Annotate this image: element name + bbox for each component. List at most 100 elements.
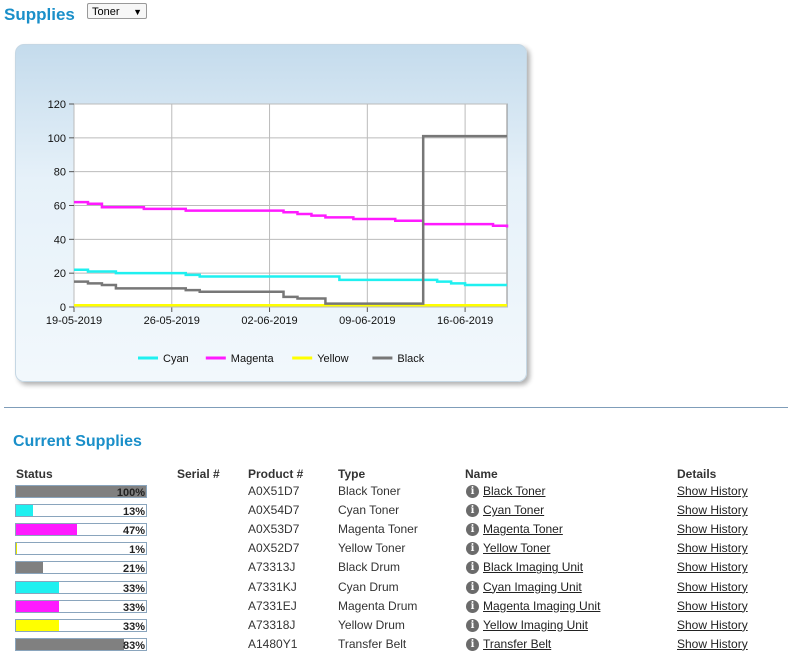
level-bar: 1% xyxy=(15,542,147,557)
product-number-cell: A1480Y1 xyxy=(248,636,298,651)
product-number-cell: A73313J xyxy=(248,560,296,575)
table-row: 83% A1480Y1 Transfer Belt i Transfer Belt Sho… xyxy=(0,635,800,654)
level-bar: 33% xyxy=(15,618,147,633)
type-cell: Magenta Toner xyxy=(338,522,418,537)
select-value: Toner xyxy=(92,6,120,18)
table-row: 33% A7331EJ Magenta Drum i Magenta Imaging U… xyxy=(0,597,800,616)
y-tick-label: 0 xyxy=(60,302,66,314)
chevron-down-icon: ▼ xyxy=(133,7,142,17)
supply-name-link[interactable]: Magenta Toner xyxy=(483,522,563,536)
supply-history-chart: 19-05-2019 26-05-2019 02-06-2019 09-06-2019… xyxy=(46,99,509,365)
table-row: 33% A7331KJ Cyan Drum i Cyan Imaging Unit Sho… xyxy=(0,578,800,597)
x-tick-label: 26-05-2019 xyxy=(144,315,200,327)
info-icon[interactable]: i xyxy=(466,637,479,651)
info-icon[interactable]: i xyxy=(466,504,479,518)
product-number-cell: A73318J xyxy=(248,617,296,632)
product-number-cell: A7331KJ xyxy=(248,579,297,594)
show-history-link[interactable]: Show History xyxy=(677,541,748,555)
show-history-link[interactable]: Show History xyxy=(677,484,748,498)
table-row: 1% A0X52D7 Yellow Toner i Yellow Toner Show H… xyxy=(0,539,800,558)
col-header-name: Name xyxy=(465,467,498,481)
info-icon[interactable]: i xyxy=(466,618,479,632)
product-number-cell: A0X54D7 xyxy=(248,503,300,518)
type-cell: Cyan Drum xyxy=(338,579,399,594)
level-percent: 33% xyxy=(122,620,145,633)
y-tick-label: 120 xyxy=(48,99,66,111)
product-number-cell: A0X52D7 xyxy=(248,541,300,556)
supply-name-link[interactable]: Cyan Toner xyxy=(483,503,544,517)
info-icon[interactable]: i xyxy=(466,580,479,594)
supply-name-link[interactable]: Cyan Imaging Unit xyxy=(483,580,582,594)
show-history-link[interactable]: Show History xyxy=(677,503,748,517)
supply-name-link[interactable]: Magenta Imaging Unit xyxy=(483,599,600,613)
show-history-link[interactable]: Show History xyxy=(677,560,748,574)
x-tick-label: 09-06-2019 xyxy=(339,315,395,327)
table-row: 47% A0X53D7 Magenta Toner i Magenta Toner Sho… xyxy=(0,520,800,539)
current-supplies-title: Current Supplies xyxy=(13,433,142,450)
legend-label-black: Black xyxy=(397,353,424,365)
level-bar-fill xyxy=(16,581,59,593)
level-percent: 100% xyxy=(116,487,145,499)
col-header-product: Product # xyxy=(248,467,304,481)
level-bar-fill xyxy=(16,638,124,650)
table-row: 100% A0X51D7 Black Toner i Black Toner Show H… xyxy=(0,482,800,501)
y-tick-label: 100 xyxy=(48,133,66,145)
show-history-link[interactable]: Show History xyxy=(677,637,748,651)
info-icon[interactable]: i xyxy=(466,523,479,537)
level-bar: 47% xyxy=(15,523,147,538)
info-icon[interactable]: i xyxy=(466,561,479,575)
type-cell: Transfer Belt xyxy=(338,636,407,651)
level-percent: 33% xyxy=(122,582,145,595)
level-bar: 33% xyxy=(15,580,147,595)
level-bar: 83% xyxy=(15,637,147,652)
show-history-link[interactable]: Show History xyxy=(677,522,748,536)
y-tick-label: 80 xyxy=(54,167,66,179)
x-tick-label: 02-06-2019 xyxy=(241,315,297,327)
level-percent: 13% xyxy=(122,506,145,519)
product-number-cell: A0X53D7 xyxy=(248,522,300,537)
y-tick-label: 60 xyxy=(54,201,66,213)
level-percent: 47% xyxy=(122,525,145,538)
level-bar-fill xyxy=(16,505,33,517)
level-bar-fill xyxy=(16,524,78,536)
table-row: 33% A73318J Yellow Drum i Yellow Imaging Uni… xyxy=(0,616,800,635)
level-bar: 33% xyxy=(15,599,147,614)
type-cell: Yellow Toner xyxy=(338,541,406,556)
col-header-type: Type xyxy=(338,467,366,481)
y-tick-label: 20 xyxy=(54,268,66,280)
level-bar: 21% xyxy=(15,561,147,575)
section-divider xyxy=(4,407,788,408)
type-cell: Black Toner xyxy=(338,484,401,498)
level-percent: 1% xyxy=(129,544,145,557)
page-title: Supplies xyxy=(4,5,75,24)
product-number-cell: A0X51D7 xyxy=(248,484,300,498)
level-bar-fill xyxy=(16,619,59,631)
info-icon[interactable]: i xyxy=(466,485,479,498)
type-cell: Magenta Drum xyxy=(338,598,418,613)
type-cell: Yellow Drum xyxy=(338,617,405,632)
info-icon[interactable]: i xyxy=(466,599,479,613)
supply-type-select[interactable]: Toner ▼ xyxy=(87,3,147,19)
level-percent: 83% xyxy=(122,639,145,652)
col-header-details: Details xyxy=(677,467,717,481)
supply-name-link[interactable]: Black Imaging Unit xyxy=(483,560,583,574)
x-tick-label: 16-06-2019 xyxy=(437,315,493,327)
show-history-link[interactable]: Show History xyxy=(677,618,748,632)
col-header-status: Status xyxy=(16,467,53,481)
info-icon[interactable]: i xyxy=(466,542,479,556)
level-bar-fill xyxy=(16,600,59,612)
legend-label-magenta: Magenta xyxy=(231,353,275,365)
col-header-serial: Serial # xyxy=(177,467,220,481)
level-percent: 33% xyxy=(122,601,145,614)
supply-name-link[interactable]: Transfer Belt xyxy=(483,637,551,651)
type-cell: Black Drum xyxy=(338,560,401,575)
supply-name-link[interactable]: Yellow Imaging Unit xyxy=(483,618,588,632)
level-bar-fill xyxy=(16,543,18,555)
show-history-link[interactable]: Show History xyxy=(677,599,748,613)
table-row: 13% A0X54D7 Cyan Toner i Cyan Toner Show Hist… xyxy=(0,501,800,520)
level-bar: 100% xyxy=(15,485,147,499)
show-history-link[interactable]: Show History xyxy=(677,580,748,594)
table-row: 21% A73313J Black Drum i Black Imaging Unit S… xyxy=(0,558,800,577)
supply-name-link[interactable]: Yellow Toner xyxy=(483,541,550,555)
supply-name-link[interactable]: Black Toner xyxy=(483,484,545,498)
